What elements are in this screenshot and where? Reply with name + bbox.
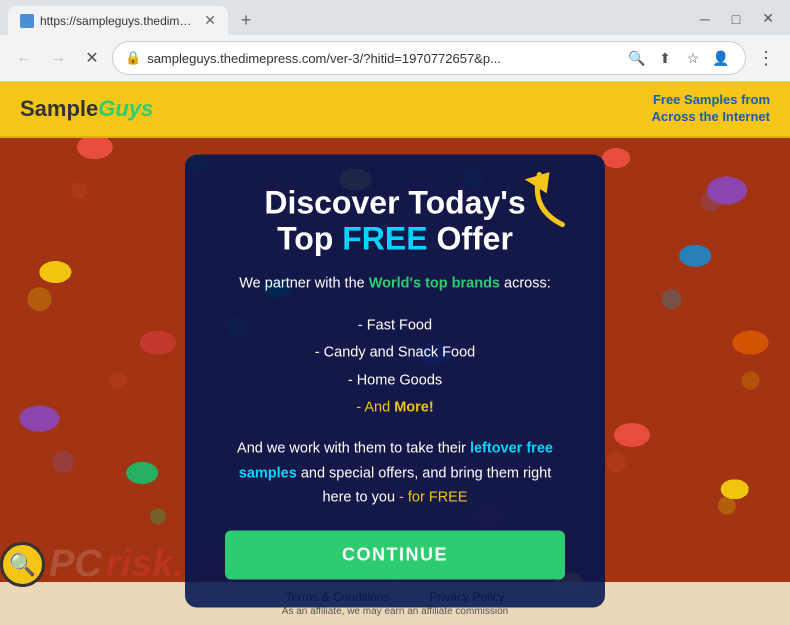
bottom-text-part1: And we work with them to take their: [237, 440, 470, 456]
list-item: - Candy and Snack Food: [225, 340, 565, 368]
bookmark-icon[interactable]: ☆: [681, 46, 705, 70]
lock-icon: 🔒: [125, 50, 141, 66]
window-close-button[interactable]: ✕: [754, 8, 782, 29]
subtext-part1: We partner with the: [239, 276, 369, 292]
headline-free: FREE: [342, 221, 427, 257]
headline-part1: Discover Today's: [264, 184, 525, 220]
arrow-container: [520, 168, 580, 243]
page-content: SampleGuys Free Samples from Across the …: [0, 82, 790, 625]
profile-icon[interactable]: 👤: [709, 46, 733, 70]
active-tab[interactable]: https://sampleguys.thedimepres... ✕: [8, 6, 228, 35]
browser-chrome: https://sampleguys.thedimepres... ✕ + ─ …: [0, 0, 790, 82]
footer-disclaimer: As an affiliate, we may earn an affiliat…: [282, 606, 508, 617]
logo-sample-text: Sample: [20, 96, 98, 121]
address-icons: 🔍 ⬆ ☆ 👤: [625, 46, 733, 70]
forward-button[interactable]: →: [44, 44, 72, 72]
browser-menu-button[interactable]: ⋮: [752, 44, 780, 72]
headline-part3: Offer: [428, 221, 513, 257]
address-bar-row: ← → ✕ 🔒 sampleguys.thedimepress.com/ver-…: [0, 35, 790, 81]
site-header: SampleGuys Free Samples from Across the …: [0, 82, 790, 138]
address-text: sampleguys.thedimepress.com/ver-3/?hitid…: [147, 51, 619, 66]
maximize-button[interactable]: □: [724, 9, 748, 29]
site-logo: SampleGuys: [20, 96, 153, 122]
minimize-button[interactable]: ─: [692, 9, 718, 29]
pcrisk-icon-symbol: 🔍: [9, 552, 36, 578]
list-item: - And More!: [225, 395, 565, 423]
pcrisk-text: PC: [49, 543, 102, 586]
list-item: - Fast Food: [225, 312, 565, 340]
subtext-brands: World's top brands: [369, 276, 500, 292]
logo-guys-text: Guys: [98, 96, 153, 121]
subtext-part2: across:: [500, 276, 551, 292]
tab-favicon: [20, 14, 34, 28]
address-box[interactable]: 🔒 sampleguys.thedimepress.com/ver-3/?hit…: [112, 41, 746, 75]
window-controls: ─ □ ✕: [692, 8, 782, 33]
bottom-text: And we work with them to take their left…: [225, 436, 565, 510]
new-tab-button[interactable]: +: [232, 7, 260, 35]
search-icon[interactable]: 🔍: [625, 46, 649, 70]
reload-button[interactable]: ✕: [78, 44, 106, 72]
site-tagline: Free Samples from Across the Internet: [610, 92, 770, 126]
bottom-yellow: - for FREE: [399, 490, 467, 506]
pcrisk-icon: 🔍: [0, 542, 45, 587]
continue-button[interactable]: CONTINUE: [225, 530, 565, 579]
tab-close-button[interactable]: ✕: [204, 12, 216, 29]
list-item: - Home Goods: [225, 367, 565, 395]
tab-bar: https://sampleguys.thedimepres... ✕ + ─ …: [0, 0, 790, 35]
headline-part2: Top: [277, 221, 342, 257]
tab-title: https://sampleguys.thedimepres...: [40, 14, 194, 28]
list-items: - Fast Food - Candy and Snack Food - Hom…: [225, 312, 565, 422]
subtext: We partner with the World's top brands a…: [225, 272, 565, 297]
share-icon[interactable]: ⬆: [653, 46, 677, 70]
back-button[interactable]: ←: [10, 44, 38, 72]
